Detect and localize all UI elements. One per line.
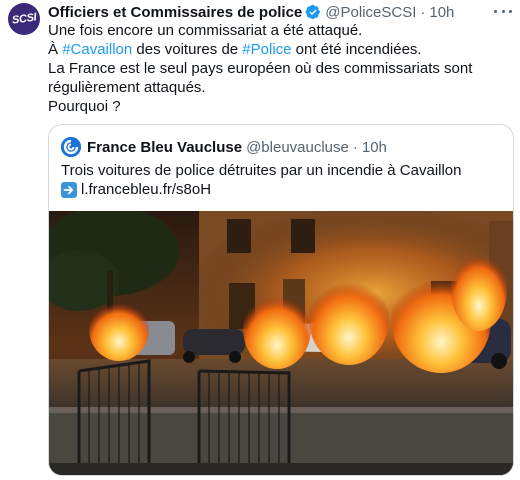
avatar[interactable]: SCSI (8, 3, 40, 35)
hashtag-police[interactable]: #Police (242, 41, 291, 58)
quoted-author-handle[interactable]: @bleuvaucluse (246, 139, 349, 156)
separator-dot: · (420, 3, 426, 21)
more-options-icon[interactable] (494, 4, 512, 18)
tweet-text-line: À #Cavaillon des voitures de #Police ont… (48, 40, 510, 59)
quoted-link[interactable]: l.francebleu.fr/s8oH (81, 180, 211, 199)
tweet-text-line: La France est le seul pays européen où d… (48, 60, 473, 77)
text-segment: À (48, 41, 63, 58)
tweet-time[interactable]: 10h (429, 4, 454, 21)
author-handle[interactable]: @PoliceSCSI (325, 4, 416, 21)
right-arrow-icon (61, 181, 77, 198)
burning-police-cars-photo[interactable] (49, 211, 514, 476)
text-segment: des voitures de (132, 41, 243, 58)
quoted-tweet-header: France Bleu Vaucluse @bleuvaucluse · 10h (61, 137, 387, 157)
quoted-tweet[interactable]: France Bleu Vaucluse @bleuvaucluse · 10h… (48, 124, 514, 476)
quoted-text-line: Trois voitures de police détruites par u… (61, 162, 462, 179)
quoted-author-name[interactable]: France Bleu Vaucluse (87, 139, 242, 156)
tweet-text-line: Une fois encore un commissariat a été at… (48, 22, 363, 39)
author-name[interactable]: Officiers et Commissaires de police (48, 4, 302, 21)
quoted-tweet-text: Trois voitures de police détruites par u… (61, 161, 501, 199)
tweet[interactable]: SCSI Officiers et Commissaires de police… (0, 0, 520, 480)
quoted-tweet-time[interactable]: 10h (362, 139, 387, 156)
france-bleu-logo-icon (61, 137, 81, 157)
avatar-text: SCSI (11, 11, 37, 27)
verified-badge-icon (305, 4, 321, 20)
quoted-link-row[interactable]: l.francebleu.fr/s8oH (61, 180, 501, 199)
tweet-header: Officiers et Commissaires de police @Pol… (48, 3, 454, 21)
quoted-avatar[interactable] (61, 137, 81, 157)
separator-dot: · (352, 138, 358, 156)
hashtag-cavaillon[interactable]: #Cavaillon (62, 41, 132, 58)
text-segment: ont été incendiées. (291, 41, 422, 58)
tweet-text-line: Pourquoi ? (48, 98, 121, 115)
tweet-text-line: régulièrement attaqués. (48, 79, 206, 96)
tweet-text: Une fois encore un commissariat a été at… (48, 21, 510, 116)
